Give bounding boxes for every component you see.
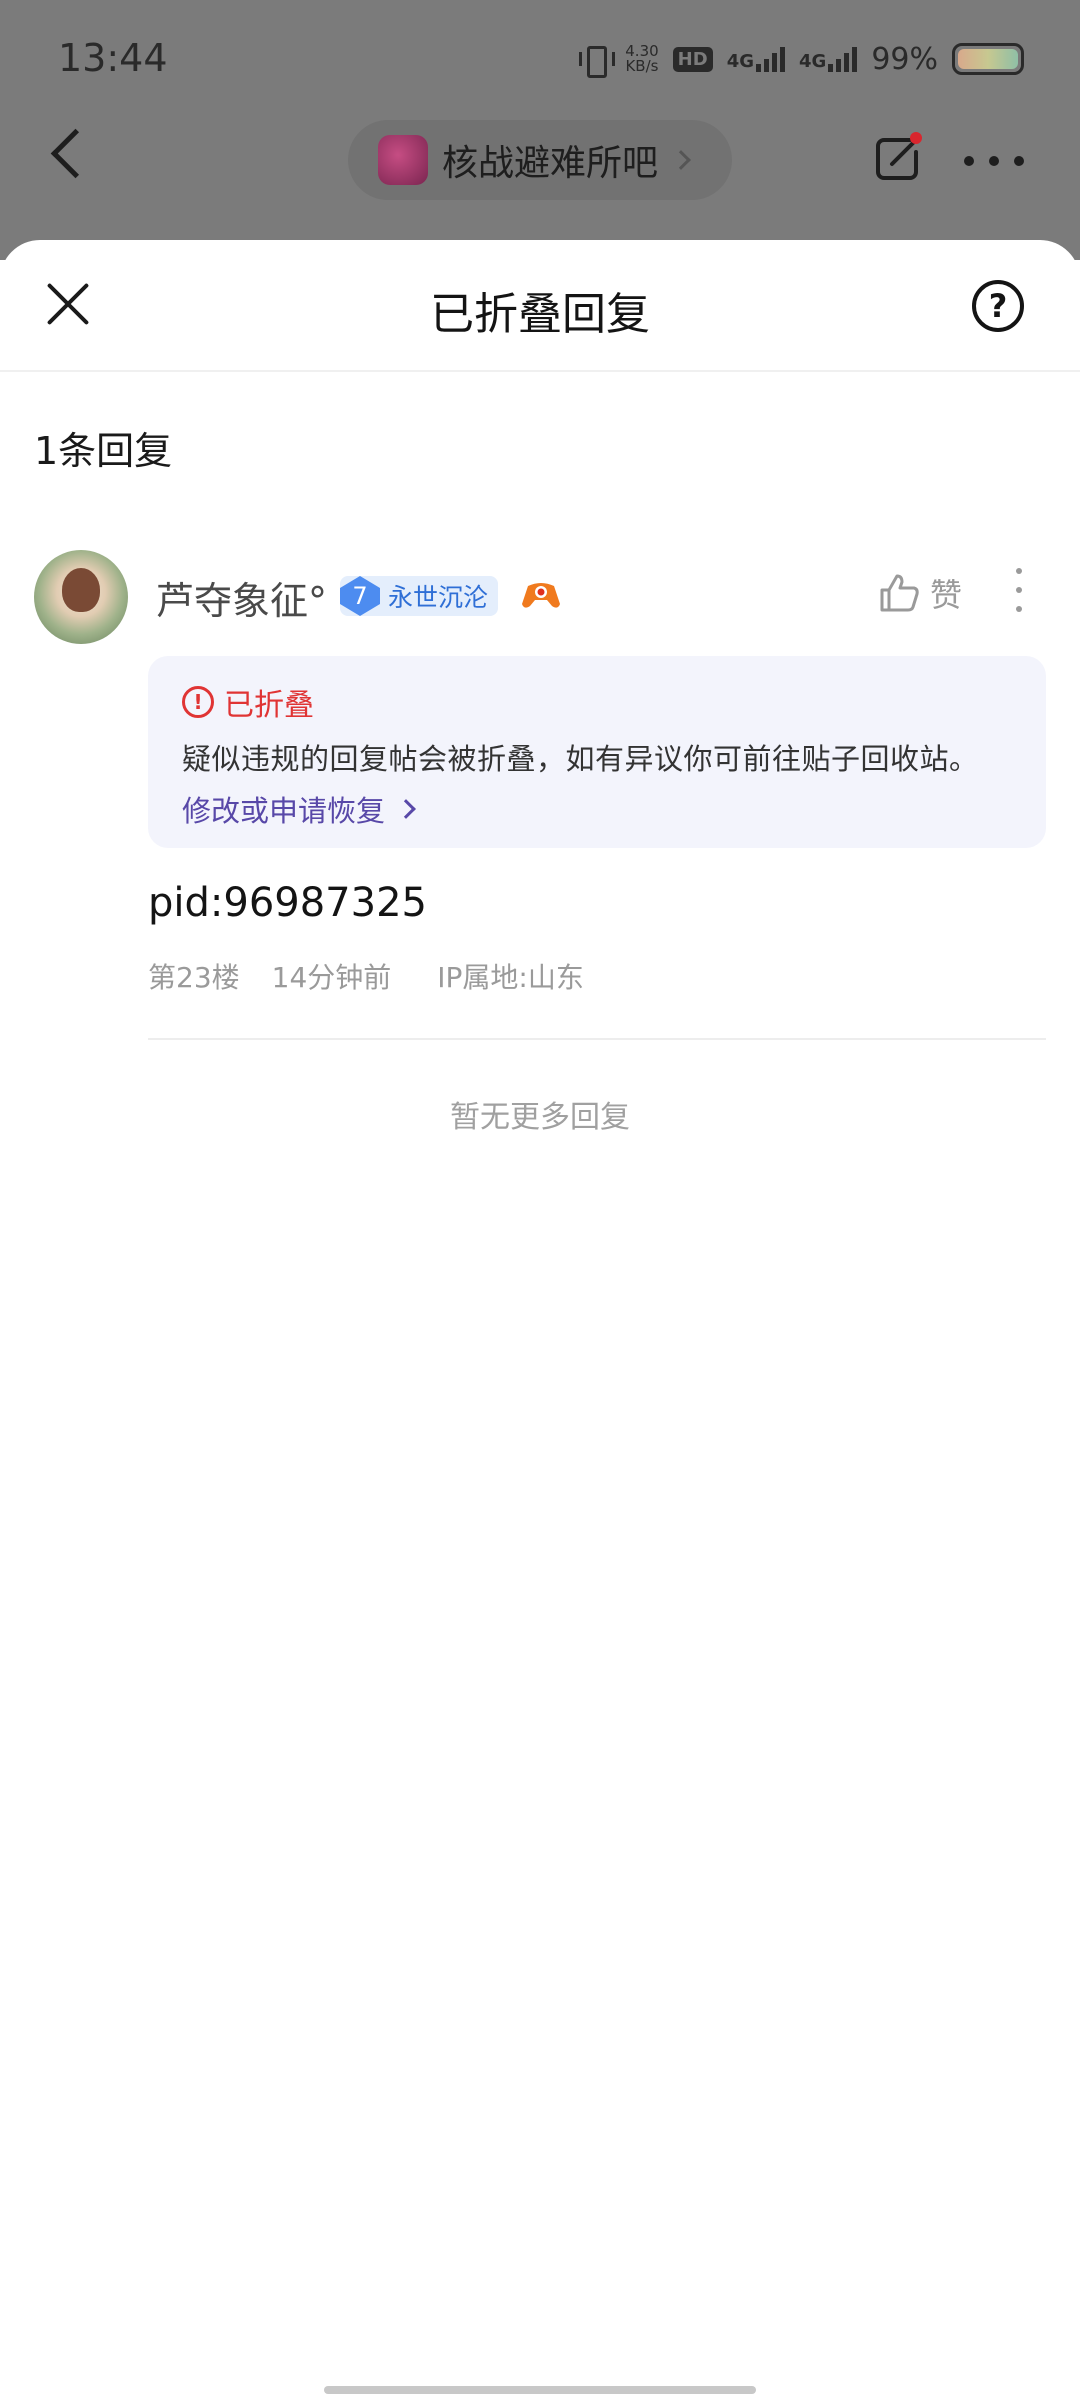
forum-avatar <box>378 135 428 185</box>
game-controller-icon <box>522 583 560 608</box>
avatar[interactable] <box>34 550 128 644</box>
reply-count: 1条回复 <box>34 429 173 473</box>
sheet-title: 已折叠回复 <box>430 289 650 340</box>
signal-4g-1: 4G <box>727 46 785 72</box>
more-vertical-icon[interactable] <box>1016 568 1024 612</box>
folded-replies-sheet: 已折叠回复 ? 1条回复 芦夺象征° 7 永世沉沦 赞 ! 已折叠 疑似违规的回… <box>0 240 1080 2400</box>
folded-notice-card: ! 已折叠 疑似违规的回复帖会被折叠，如有异议你可前往贴子回收站。 修改或申请恢… <box>148 656 1046 848</box>
folded-header: ! 已折叠 <box>182 680 1046 724</box>
screen: 13:44 4.30 KB/s HD 4G 4G 99% 核战避难所吧 已折叠回… <box>0 0 1080 2400</box>
folded-description: 疑似违规的回复帖会被折叠，如有异议你可前往贴子回收站。 <box>182 742 979 776</box>
like-label: 赞 <box>930 576 963 614</box>
sheet-header: 已折叠回复 ? <box>0 240 1080 372</box>
battery-percent: 99% <box>871 41 938 77</box>
warning-icon: ! <box>182 686 214 718</box>
back-arrow-icon[interactable] <box>48 130 80 178</box>
time-ago: 14分钟前 <box>271 961 392 994</box>
restore-link-label: 修改或申请恢复 <box>182 794 386 828</box>
level-badge[interactable]: 7 永世沉沦 <box>340 576 499 616</box>
edit-icon[interactable] <box>870 130 926 186</box>
thumb-up-icon <box>880 574 919 612</box>
forum-pill[interactable]: 核战避难所吧 <box>348 120 732 200</box>
comment-content: pid:96987325 <box>148 880 427 926</box>
chevron-right-icon <box>396 799 416 819</box>
signal-bars-icon <box>828 46 858 72</box>
signal-4g-2: 4G <box>799 46 858 72</box>
status-icons: 4.30 KB/s HD 4G 4G 99% <box>577 34 1024 84</box>
restore-link[interactable]: 修改或申请恢复 <box>182 788 1046 830</box>
folded-label: 已折叠 <box>224 688 314 723</box>
home-indicator[interactable] <box>324 2386 756 2394</box>
forum-name: 核战避难所吧 <box>442 143 659 184</box>
floor-number: 第23楼 <box>148 961 240 994</box>
level-name: 永世沉沦 <box>388 583 489 612</box>
no-more-replies: 暂无更多回复 <box>450 1100 630 1135</box>
username[interactable]: 芦夺象征° <box>156 570 327 625</box>
vibrate-icon <box>577 42 616 78</box>
comment-meta: 第23楼 14分钟前 IP属地:山东 <box>148 956 584 996</box>
hd-badge: HD <box>672 46 713 72</box>
more-horizontal-icon[interactable] <box>964 156 1024 166</box>
dimmed-background[interactable]: 13:44 4.30 KB/s HD 4G 4G 99% 核战避难所吧 <box>0 0 1080 260</box>
help-icon[interactable]: ? <box>972 280 1024 332</box>
signal-bars-icon <box>756 46 785 72</box>
chevron-right-icon <box>671 150 691 170</box>
divider <box>148 1038 1046 1040</box>
net-speed: 4.30 KB/s <box>625 42 659 75</box>
status-time: 13:44 <box>58 36 168 80</box>
level-number: 7 <box>340 576 380 616</box>
ip-location: IP属地:山东 <box>437 961 584 994</box>
battery-icon <box>952 43 1024 75</box>
like-button[interactable]: 赞 <box>878 570 962 616</box>
